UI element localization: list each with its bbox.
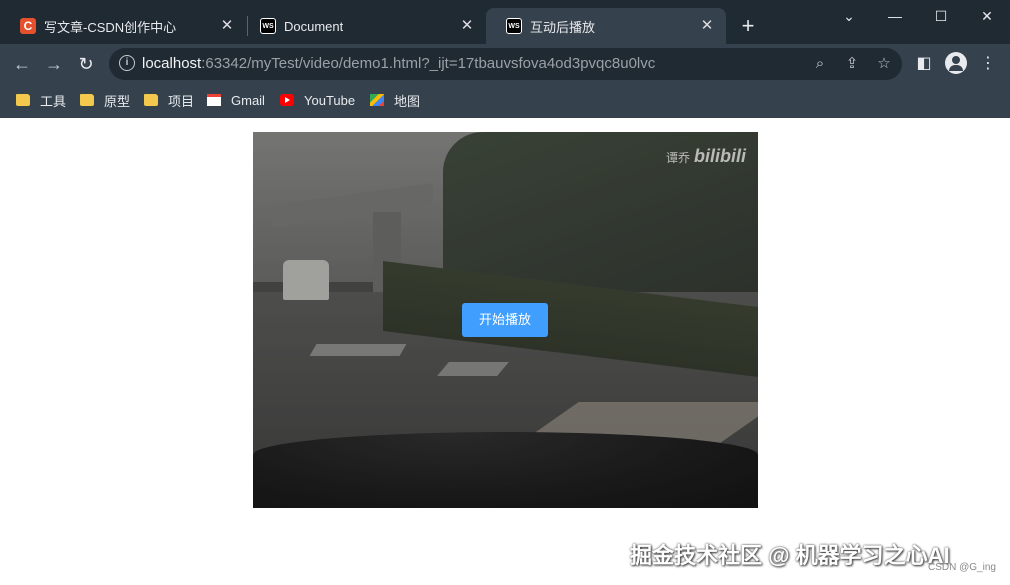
bookmark-star-icon[interactable]: ☆ [873,53,895,75]
video-watermark: 谭乔 bilibili [666,146,746,167]
bookmark-label: 地图 [394,93,421,109]
bookmark-label: 工具 [40,93,67,109]
browser-chrome: C 写文章-CSDN创作中心 ✕ WS Document ✕ WS 互动后播放 … [0,0,1010,118]
overlay-watermark: 掘金技术社区 @ 机器学习之心AI [630,543,950,568]
close-icon[interactable]: ✕ [698,17,716,35]
csdn-favicon-icon: C [20,18,36,34]
tab-strip: C 写文章-CSDN创作中心 ✕ WS Document ✕ WS 互动后播放 … [0,0,1010,44]
side-panel-icon[interactable]: ◧ [912,52,936,76]
minimize-button[interactable]: — [872,0,918,32]
bookmark-label: 项目 [168,93,195,109]
folder-icon [80,94,94,106]
webstorm-favicon-icon: WS [260,18,276,34]
bookmark-youtube[interactable]: YouTube [280,90,355,110]
url-host: localhost [142,55,202,72]
folder-icon [16,94,30,106]
tab-csdn[interactable]: C 写文章-CSDN创作中心 ✕ [0,8,246,44]
share-icon[interactable]: ⇪ [841,53,863,75]
tab-label: 互动后播放 [530,19,596,35]
folder-icon [144,94,158,106]
maximize-button[interactable]: ☐ [918,0,964,32]
url-text[interactable]: localhost:63342/myTest/video/demo1.html?… [142,55,655,72]
tab-label: Document [284,18,344,34]
site-info-icon[interactable]: i [119,55,135,71]
navigation-bar: ← → ↻ i localhost:63342/myTest/video/dem… [0,44,1010,84]
address-bar[interactable]: i localhost:63342/myTest/video/demo1.htm… [109,48,902,80]
watermark-author: 谭乔 [665,151,690,165]
webstorm-favicon-icon: WS [506,18,522,34]
close-icon[interactable]: ✕ [218,17,236,35]
page-content: 谭乔 bilibili 开始播放 [0,118,1010,585]
bookmarks-bar: 工具 原型 项目 Gmail YouTube 地图 [0,84,1010,118]
bookmark-gmail[interactable]: Gmail [207,90,265,110]
tab-document[interactable]: WS Document ✕ [240,8,486,44]
url-path: :63342/myTest/video/demo1.html?_ijt=17tb… [201,55,656,72]
tab-label: 写文章-CSDN创作中心 [44,19,177,35]
new-tab-button[interactable]: + [736,15,760,39]
profile-avatar-icon[interactable] [945,52,967,74]
maps-icon [370,94,384,106]
tab-search-dropdown-icon[interactable]: ⌄ [826,0,872,32]
reload-icon[interactable]: ↻ [74,52,98,76]
csdn-watermark: CSDN @G_ing [928,562,996,573]
back-arrow-icon[interactable]: ← [10,52,34,76]
close-window-button[interactable]: ✕ [964,0,1010,32]
bookmark-label: 原型 [104,93,131,109]
bookmark-projects[interactable]: 项目 [144,90,194,110]
close-icon[interactable]: ✕ [458,17,476,35]
bookmark-prototype[interactable]: 原型 [80,90,130,110]
menu-icon[interactable]: ⋮ [976,52,1000,76]
youtube-icon [280,94,294,106]
bilibili-logo: bilibili [694,146,746,166]
tab-interactive-play[interactable]: WS 互动后播放 ✕ [486,8,726,44]
zoom-icon[interactable]: ⌕ [809,53,831,75]
gmail-icon [207,94,221,106]
forward-arrow-icon[interactable]: → [42,52,66,76]
start-play-button[interactable]: 开始播放 [462,303,548,337]
bookmark-tools[interactable]: 工具 [16,90,66,110]
bookmark-label: YouTube [304,92,356,108]
bookmark-maps[interactable]: 地图 [370,90,420,110]
bookmark-label: Gmail [231,92,265,108]
